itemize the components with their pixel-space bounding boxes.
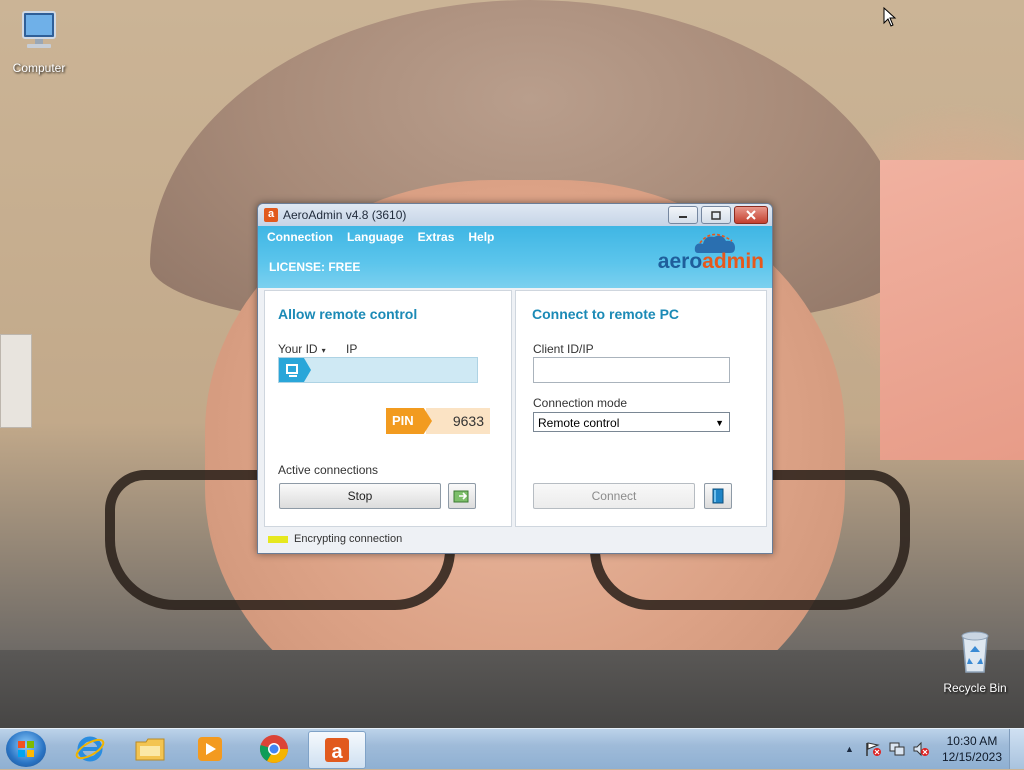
desktop-icon-recycle-bin[interactable]: Recycle Bin (940, 630, 1010, 695)
active-connections-label: Active connections (278, 463, 379, 477)
ip-label: IP (346, 342, 358, 356)
mouse-cursor-icon (883, 7, 897, 27)
status-bar: Encrypting connection (268, 533, 402, 545)
brand-text-aero: aero (657, 250, 703, 273)
close-icon (746, 210, 756, 220)
menu-extras[interactable]: Extras (418, 230, 455, 244)
network-icon[interactable] (888, 741, 906, 757)
taskbar-clock[interactable]: 10:30 AM 12/15/2023 (942, 733, 1002, 765)
svg-text:a: a (331, 741, 343, 763)
connect-remote-pc-panel: Connect to remote PC Client ID/IP Connec… (515, 290, 767, 527)
menu-connection[interactable]: Connection (267, 230, 333, 244)
clock-date: 12/15/2023 (941, 750, 1002, 764)
chrome-icon (259, 735, 288, 763)
wallpaper-light-switch (0, 334, 32, 428)
desktop-icon-label: Computer (12, 61, 66, 75)
connection-mode-label: Connection mode (533, 396, 628, 410)
show-hidden-icons-icon[interactable]: ▲ (845, 744, 854, 754)
maximize-icon (711, 210, 721, 220)
show-desktop-button[interactable] (1009, 729, 1024, 769)
connect-button[interactable]: Connect (533, 483, 695, 509)
taskbar-chrome[interactable] (246, 731, 302, 767)
pin-display: PIN 9633 (386, 408, 490, 434)
connection-mode-value: Remote control (538, 416, 620, 430)
stop-button[interactable]: Stop (279, 483, 441, 509)
wallpaper-shirt (0, 650, 1024, 730)
file-transfer-button[interactable] (448, 483, 476, 509)
allow-remote-control-panel: Allow remote control Your ID ▾ IP PIN 963… (264, 290, 512, 527)
aeroadmin-icon: a (325, 738, 349, 763)
action-center-flag-icon[interactable] (864, 741, 882, 757)
panel-title: Allow remote control (278, 306, 418, 322)
window-title: AeroAdmin v4.8 (3610) (283, 208, 407, 222)
connection-mode-select[interactable]: Remote control ▼ (533, 412, 730, 432)
recycle-bin-icon (961, 631, 989, 673)
media-player-icon (198, 737, 222, 761)
minimize-button[interactable] (668, 206, 698, 224)
volume-muted-icon[interactable] (912, 741, 930, 757)
file-transfer-icon (453, 490, 469, 503)
start-button[interactable] (6, 731, 46, 767)
brand-text-admin: admin (702, 250, 764, 273)
clock-time: 10:30 AM (946, 734, 998, 748)
taskbar-media-player[interactable] (182, 731, 238, 767)
title-bar[interactable]: a AeroAdmin v4.8 (3610) (258, 204, 772, 226)
address-book-button[interactable] (704, 483, 732, 509)
app-header: Connection Language Extras Help LICENSE:… (258, 226, 772, 288)
desktop-icon-label: Recycle Bin (943, 681, 1007, 695)
your-id-field (278, 357, 478, 383)
app-logo-icon: a (264, 208, 278, 222)
desktop-icon-computer[interactable]: Computer (4, 10, 74, 75)
system-tray: ▲ (845, 729, 930, 769)
minimize-icon (679, 216, 687, 218)
taskbar: a ▲ 10:30 AM 12/15/2023 (0, 728, 1024, 769)
menu-help[interactable]: Help (468, 230, 494, 244)
license-label: LICENSE: FREE (269, 260, 361, 274)
file-explorer-icon (135, 738, 165, 761)
pin-value: 9633 (426, 408, 490, 434)
your-id-label: Your ID ▾ (278, 342, 326, 356)
client-id-label: Client ID/IP (533, 342, 594, 356)
maximize-button[interactable] (701, 206, 731, 224)
windows-logo-icon (18, 741, 34, 757)
aeroadmin-window: a AeroAdmin v4.8 (3610) Connection Langu… (257, 203, 773, 554)
monitor-icon (286, 364, 298, 377)
status-text: Encrypting connection (294, 533, 403, 545)
brand-logo: aeroadmin (658, 250, 764, 274)
id-tag (279, 358, 311, 382)
pin-label: PIN (386, 408, 432, 434)
computer-icon (22, 11, 56, 48)
chevron-down-icon: ▼ (715, 418, 724, 428)
wallpaper-towel (880, 160, 1024, 460)
client-id-input[interactable] (533, 357, 730, 383)
internet-explorer-icon (75, 736, 105, 762)
menu-bar: Connection Language Extras Help (267, 230, 494, 244)
menu-language[interactable]: Language (347, 230, 404, 244)
address-book-icon (712, 488, 724, 504)
taskbar-internet-explorer[interactable] (62, 731, 118, 767)
status-indicator (268, 535, 288, 543)
close-button[interactable] (734, 206, 768, 224)
taskbar-aeroadmin[interactable]: a (308, 731, 366, 769)
taskbar-file-explorer[interactable] (122, 731, 178, 767)
panel-title: Connect to remote PC (532, 306, 680, 322)
